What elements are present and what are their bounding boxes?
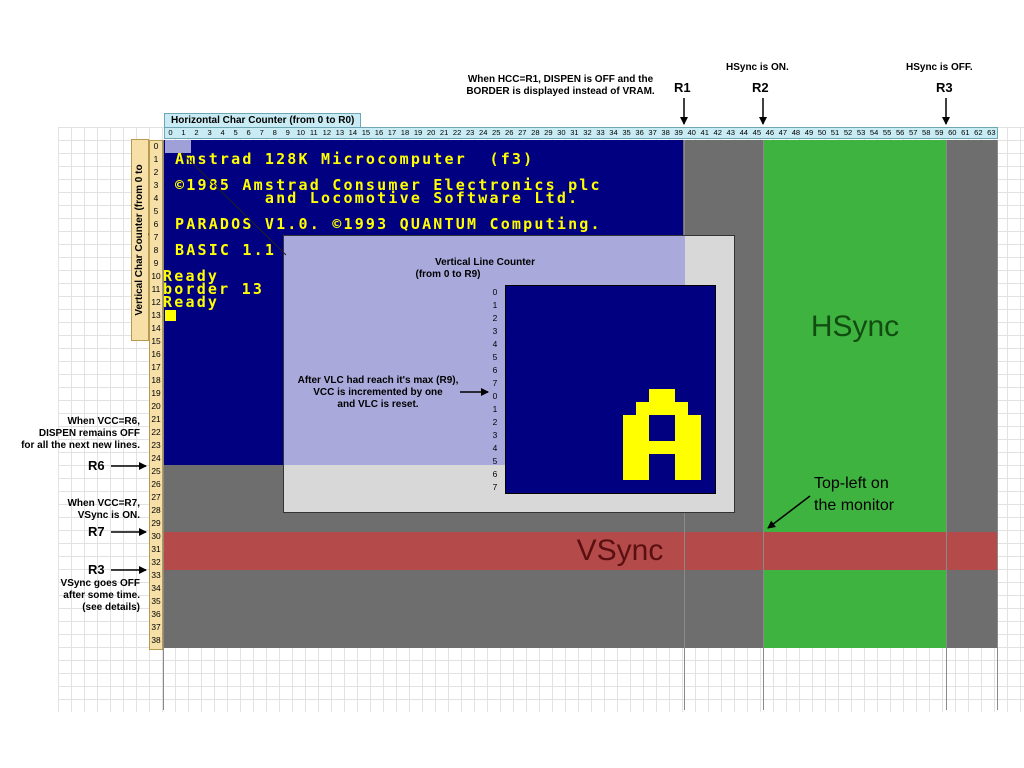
arrows-layer	[111, 98, 950, 574]
monitor-arrow	[767, 495, 811, 529]
zoom-pointer-line	[181, 152, 287, 256]
